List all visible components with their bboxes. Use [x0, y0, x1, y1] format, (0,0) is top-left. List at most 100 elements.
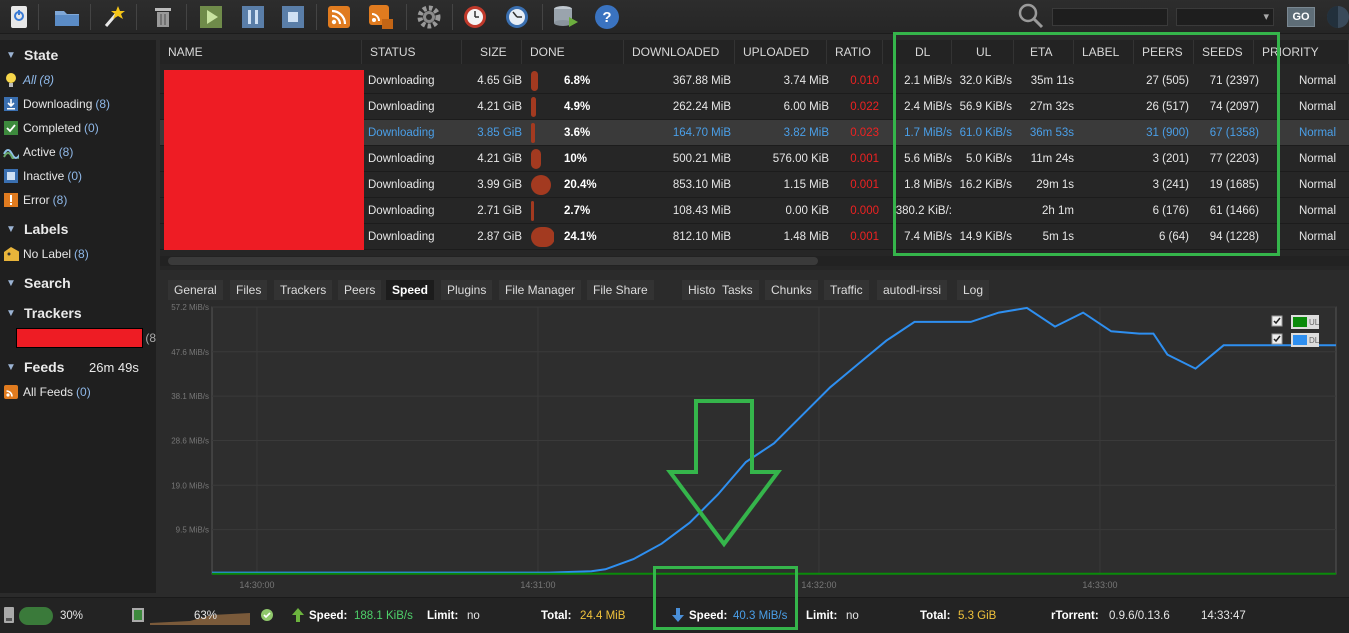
download-speed-value: 40.3 MiB/s — [733, 610, 788, 622]
disk-icon[interactable] — [550, 3, 580, 31]
cell-priority: Normal — [1298, 75, 1336, 87]
speed-limit-icon[interactable] — [502, 3, 532, 31]
column-header-downloaded[interactable]: DOWNLOADED — [624, 40, 735, 64]
tab-trackers[interactable]: Trackers — [274, 280, 333, 300]
tab-files[interactable]: Files — [230, 280, 268, 300]
rss-manager-icon[interactable] — [366, 3, 396, 31]
x-tick-label: 14:32:00 — [801, 580, 836, 590]
cell-peers: 6 (64) — [1158, 231, 1189, 243]
x-tick-label: 14:33:00 — [1082, 580, 1117, 590]
search-engine-select[interactable] — [1176, 8, 1274, 26]
upload-limit-value[interactable]: no — [467, 608, 480, 624]
sidebar-item-error[interactable]: Error (8) — [0, 189, 156, 211]
column-header-peers[interactable]: PEERS — [1134, 40, 1194, 64]
column-header-done[interactable]: DONE — [522, 40, 624, 64]
cell-size: 3.99 GiB — [477, 179, 522, 191]
stop-icon[interactable] — [278, 3, 308, 31]
sidebar-item-all-feeds[interactable]: All Feeds (0) — [0, 381, 156, 403]
cell-priority: Normal — [1298, 179, 1336, 191]
cell-priority: Normal — [1298, 205, 1336, 217]
column-header-eta[interactable]: ETA — [1014, 40, 1074, 64]
column-header-size[interactable]: SIZE — [462, 40, 522, 64]
tab-file-manager[interactable]: File Manager — [499, 280, 582, 300]
cell-done: 20.4% — [564, 179, 597, 191]
cell-uploaded: 1.48 MiB — [783, 231, 829, 243]
help-icon[interactable]: ? — [592, 3, 622, 31]
chevron-down-icon: ▼ — [6, 223, 16, 235]
y-tick-label: 57.2 MiB/s — [171, 303, 209, 312]
search-input[interactable] — [1052, 8, 1168, 26]
cell-ul: 61.0 KiB/s — [959, 127, 1012, 139]
search-icon[interactable] — [1016, 2, 1046, 30]
scheduler-icon[interactable] — [460, 3, 490, 31]
sidebar-item-no-label[interactable]: No Label (8) — [0, 243, 156, 265]
labels-section-header[interactable]: ▼ Labels — [0, 217, 156, 241]
column-header-name[interactable]: NAME — [160, 40, 362, 64]
add-url-icon[interactable] — [52, 3, 82, 31]
tab-plugins[interactable]: Plugins — [441, 280, 493, 300]
column-header-status[interactable]: STATUS — [362, 40, 462, 64]
cell-status: Downloading — [368, 153, 435, 165]
cell-uploaded: 576.00 KiB — [772, 153, 829, 165]
sidebar: ▼ State All (8) Downloading (8) Completed(… — [0, 40, 156, 593]
start-icon[interactable] — [196, 3, 226, 31]
x-tick-label: 14:30:00 — [239, 580, 274, 590]
inactive-icon — [3, 168, 19, 184]
lightbulb-icon — [3, 72, 19, 88]
feeds-section-header[interactable]: ▼ Feeds 26m 49s — [0, 355, 156, 379]
tab-file-share[interactable]: File Share — [587, 280, 654, 300]
tab-tasks[interactable]: Tasks — [716, 280, 759, 300]
tab-log[interactable]: Log — [957, 280, 990, 300]
table-horizontal-scrollbar[interactable] — [160, 256, 1349, 266]
upload-speed-icon — [291, 607, 305, 623]
progress-bar — [531, 71, 538, 91]
sidebar-item-all[interactable]: All (8) — [0, 69, 156, 91]
column-header-label[interactable]: LABEL — [1074, 40, 1134, 64]
column-header-seeds[interactable]: SEEDS — [1194, 40, 1254, 64]
column-header-dl[interactable]: DL — [883, 40, 952, 64]
sidebar-item-completed[interactable]: Completed (0) — [0, 117, 156, 139]
annotation-down-arrow — [666, 399, 782, 548]
cell-done: 4.9% — [564, 101, 591, 113]
cell-ratio: 0.010 — [850, 75, 879, 87]
sidebar-item-active[interactable]: Active (8) — [0, 141, 156, 163]
cell-priority: Normal — [1298, 231, 1336, 243]
search-section-header[interactable]: ▼ Search — [0, 271, 156, 295]
toolbar: ? GO — [0, 0, 1349, 34]
column-header-uploaded[interactable]: UPLOADED — [735, 40, 827, 64]
cell-label — [1074, 146, 1134, 172]
cell-ratio: 0.001 — [850, 179, 879, 191]
settings-icon[interactable] — [414, 3, 444, 31]
sidebar-item-downloading[interactable]: Downloading (8) — [0, 93, 156, 115]
cell-uploaded: 1.15 MiB — [783, 179, 829, 191]
trackers-section-header[interactable]: ▼ Trackers — [0, 301, 156, 325]
scrollbar-thumb[interactable] — [168, 257, 818, 265]
sidebar-toggle-icon[interactable] — [1322, 3, 1349, 31]
tab-general[interactable]: General — [168, 280, 223, 300]
tab-speed[interactable]: Speed — [386, 280, 435, 300]
cell-peers: 3 (201) — [1152, 153, 1189, 165]
disk-usage-bar — [19, 607, 53, 625]
sidebar-item-inactive[interactable]: Inactive (0) — [0, 165, 156, 187]
progress-bar — [531, 175, 551, 195]
create-torrent-icon[interactable] — [98, 3, 128, 31]
cell-dl: 1.8 MiB/s — [904, 179, 952, 191]
tab-peers[interactable]: Peers — [338, 280, 382, 300]
column-header-ratio[interactable]: RATIO — [827, 40, 883, 64]
pause-icon[interactable] — [238, 3, 268, 31]
cell-eta: 29m 1s — [1036, 179, 1074, 191]
tab-chunks[interactable]: Chunks — [765, 280, 818, 300]
remove-icon[interactable] — [148, 3, 178, 31]
sidebar-item-tracker[interactable]: (8 — [0, 327, 156, 349]
rss-icon[interactable] — [324, 3, 354, 31]
go-button[interactable]: GO — [1287, 7, 1315, 27]
state-section-header[interactable]: ▼ State — [0, 43, 156, 67]
tab-traffic[interactable]: Traffic — [824, 280, 869, 300]
column-header-ul[interactable]: UL — [952, 40, 1014, 64]
download-limit-value[interactable]: no — [846, 608, 859, 624]
client-label: rTorrent: — [1051, 610, 1099, 622]
add-torrent-icon[interactable] — [4, 3, 34, 31]
column-header-priority[interactable]: PRIORITY — [1254, 40, 1349, 64]
tab-autodl-irssi[interactable]: autodl-irssi — [877, 280, 948, 300]
cell-label — [1074, 120, 1134, 146]
